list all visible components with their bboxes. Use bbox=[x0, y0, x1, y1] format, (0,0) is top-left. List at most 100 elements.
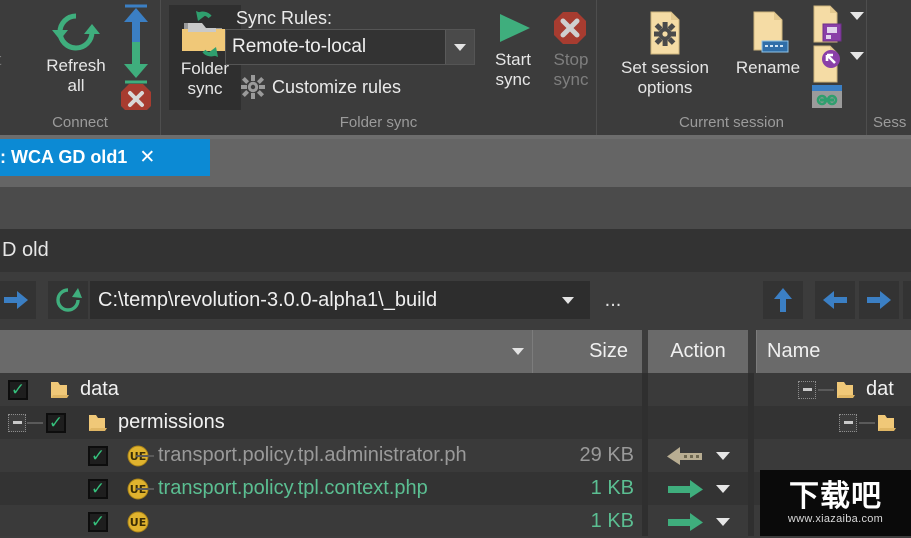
ribbon-group-connect: ect Refresh all bbox=[0, 0, 160, 135]
application-window: ect Refresh all bbox=[0, 0, 911, 536]
tree-line bbox=[859, 422, 875, 424]
sync-right-arrow-icon[interactable] bbox=[666, 512, 704, 532]
refresh-all-label: Refresh all bbox=[46, 56, 106, 96]
set-session-options-label: Set session options bbox=[621, 58, 709, 98]
open-session-button[interactable] bbox=[809, 44, 845, 86]
set-session-options-button[interactable]: Set session options bbox=[605, 8, 725, 98]
size-column-header[interactable]: Size bbox=[532, 330, 642, 373]
browse-button[interactable]: ... bbox=[596, 281, 630, 319]
rename-session-label: Rename bbox=[736, 58, 800, 78]
sync-rules-label: Sync Rules: bbox=[236, 8, 332, 29]
local-file-list[interactable]: ✓ data ✓ permissions bbox=[0, 373, 642, 536]
row-checkbox[interactable]: ✓ bbox=[88, 479, 108, 499]
go-button[interactable] bbox=[0, 281, 36, 319]
remote-forward-button[interactable] bbox=[859, 281, 899, 319]
ribbon-group-folder-sync: Folder sync Sync Rules: Remote-to-local bbox=[160, 0, 596, 135]
row-checkbox[interactable]: ✓ bbox=[46, 413, 66, 433]
expander-toggle[interactable] bbox=[798, 381, 816, 399]
table-row[interactable]: ✓ UE transport.policy.tpl.administrator.… bbox=[0, 439, 642, 472]
close-icon[interactable]: ✕ bbox=[139, 146, 155, 169]
chevron-down-icon[interactable] bbox=[716, 518, 730, 526]
table-row[interactable] bbox=[754, 439, 911, 472]
rename-session-button[interactable]: Rename bbox=[725, 8, 811, 78]
stop-octagon-icon bbox=[546, 8, 596, 50]
ribbon-group-connect-body: ect Refresh all bbox=[0, 0, 160, 110]
watermark-url: www.xiazaiba.com bbox=[788, 513, 883, 525]
tab-wca-gd-old1[interactable]: : WCA GD old1 ✕ bbox=[0, 139, 210, 176]
sync-rules-select[interactable]: Remote-to-local bbox=[225, 29, 475, 65]
file-name: data bbox=[80, 378, 119, 401]
file-size: 1 KB bbox=[591, 510, 634, 533]
link-icon bbox=[810, 84, 844, 110]
sync-left-arrow-icon[interactable] bbox=[666, 446, 704, 466]
path-history-dropdown[interactable] bbox=[546, 281, 590, 319]
size-column-label: Size bbox=[589, 340, 628, 363]
up-arrow-icon bbox=[772, 287, 794, 313]
table-row[interactable]: ✓ UE transport.policy.tpl.context.php 1 … bbox=[0, 472, 642, 505]
download-button[interactable] bbox=[118, 40, 154, 86]
connect-button[interactable]: ect bbox=[0, 10, 20, 70]
watermark-text: 下载吧 bbox=[789, 481, 882, 513]
action-cell-right[interactable] bbox=[648, 472, 748, 505]
expander-toggle[interactable] bbox=[839, 414, 857, 432]
action-cell-left[interactable] bbox=[648, 439, 748, 472]
tree-line bbox=[136, 488, 154, 490]
tab-strip: : WCA GD old1 ✕ bbox=[0, 135, 911, 187]
ultraedit-file-icon: UE bbox=[126, 510, 150, 534]
chevron-down-icon bbox=[850, 12, 864, 20]
row-checkbox[interactable]: ✓ bbox=[88, 446, 108, 466]
path-value: C:\temp\revolution-3.0.0-alpha1\_build bbox=[90, 289, 546, 312]
chevron-down-icon[interactable] bbox=[716, 452, 730, 460]
remote-refresh-button[interactable] bbox=[903, 281, 911, 319]
go-arrow-icon bbox=[3, 289, 29, 311]
ribbon-group-sessions-label: Sess bbox=[867, 110, 911, 135]
folder-icon bbox=[86, 413, 108, 433]
remote-back-button[interactable] bbox=[815, 281, 855, 319]
start-sync-button[interactable]: Start sync bbox=[483, 8, 543, 90]
chevron-down-icon[interactable] bbox=[512, 348, 524, 355]
action-cell bbox=[648, 406, 748, 439]
action-column bbox=[648, 373, 748, 536]
action-column-label: Action bbox=[670, 340, 726, 363]
session-title: D old bbox=[0, 239, 49, 262]
local-refresh-button[interactable] bbox=[48, 281, 88, 319]
table-row[interactable]: ✓ UE 1 KB bbox=[0, 505, 642, 536]
stop-sync-label: Stop sync bbox=[554, 50, 589, 90]
ribbon-group-connect-label: Connect bbox=[0, 110, 160, 135]
expander-toggle[interactable] bbox=[8, 414, 26, 432]
file-size: 29 KB bbox=[580, 444, 634, 467]
ribbon-group-folder-sync-body: Folder sync Sync Rules: Remote-to-local bbox=[161, 0, 596, 110]
table-row[interactable] bbox=[754, 406, 911, 439]
file-name: transport.policy.tpl.administrator.ph bbox=[158, 444, 467, 467]
ribbon-group-folder-sync-label: Folder sync bbox=[161, 110, 596, 135]
row-checkbox[interactable]: ✓ bbox=[8, 380, 28, 400]
table-row[interactable]: ✓ permissions bbox=[0, 406, 642, 439]
sync-rules-value: Remote-to-local bbox=[226, 36, 445, 58]
remote-name-column-header[interactable]: Name bbox=[756, 330, 911, 373]
table-row[interactable]: ✓ data bbox=[0, 373, 642, 406]
local-name-column-header[interactable] bbox=[0, 330, 532, 373]
row-checkbox[interactable]: ✓ bbox=[88, 512, 108, 532]
watermark: 下载吧 www.xiazaiba.com bbox=[760, 470, 911, 536]
save-session-button[interactable] bbox=[809, 4, 845, 46]
table-row[interactable]: dat bbox=[754, 373, 911, 406]
action-cell-right[interactable] bbox=[648, 505, 748, 538]
dual-pane-browser: C:\temp\revolution-3.0.0-alpha1\_build .… bbox=[0, 272, 911, 536]
chevron-down-icon[interactable] bbox=[716, 485, 730, 493]
forward-arrow-icon bbox=[866, 289, 892, 311]
svg-text:UE: UE bbox=[130, 516, 146, 529]
path-input[interactable]: C:\temp\revolution-3.0.0-alpha1\_build bbox=[90, 281, 590, 319]
chevron-down-icon[interactable] bbox=[445, 30, 474, 64]
customize-rules-label: Customize rules bbox=[272, 77, 401, 98]
connect-icon bbox=[0, 10, 12, 50]
file-name: transport.policy.tpl.context.php bbox=[158, 477, 428, 500]
action-column-header[interactable]: Action bbox=[648, 330, 748, 373]
download-arrow-icon bbox=[119, 40, 153, 86]
play-icon bbox=[488, 8, 538, 50]
remote-up-button[interactable] bbox=[763, 281, 803, 319]
sync-right-arrow-icon[interactable] bbox=[666, 479, 704, 499]
customize-rules-button[interactable]: Customize rules bbox=[241, 75, 401, 99]
session-link-button[interactable] bbox=[809, 84, 845, 110]
ribbon-group-sessions: Sess bbox=[866, 0, 911, 135]
refresh-all-button[interactable]: Refresh all bbox=[33, 8, 119, 96]
